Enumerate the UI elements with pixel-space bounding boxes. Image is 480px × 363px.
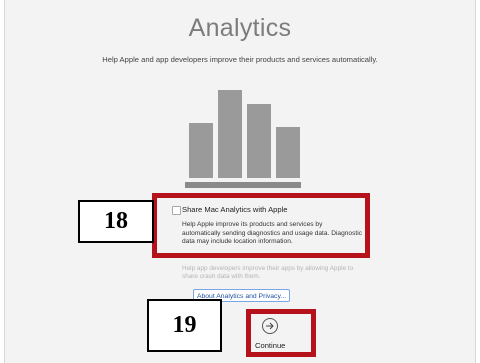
highlight-share-option <box>152 193 370 258</box>
page-subtitle: Help Apple and app developers improve th… <box>102 55 378 64</box>
graphic-bar <box>189 123 213 178</box>
analytics-graphic <box>185 88 301 188</box>
graphic-bar <box>276 127 300 178</box>
page-title: Analytics <box>188 14 292 42</box>
graphic-bar <box>247 104 271 178</box>
step-label-19: 19 <box>147 299 222 352</box>
step-label-18: 18 <box>78 200 154 243</box>
share-with-developers-description: Help app developers improve their apps b… <box>182 265 354 281</box>
graphic-bar <box>218 90 242 178</box>
highlight-continue <box>246 309 316 357</box>
graphic-base <box>185 182 301 188</box>
